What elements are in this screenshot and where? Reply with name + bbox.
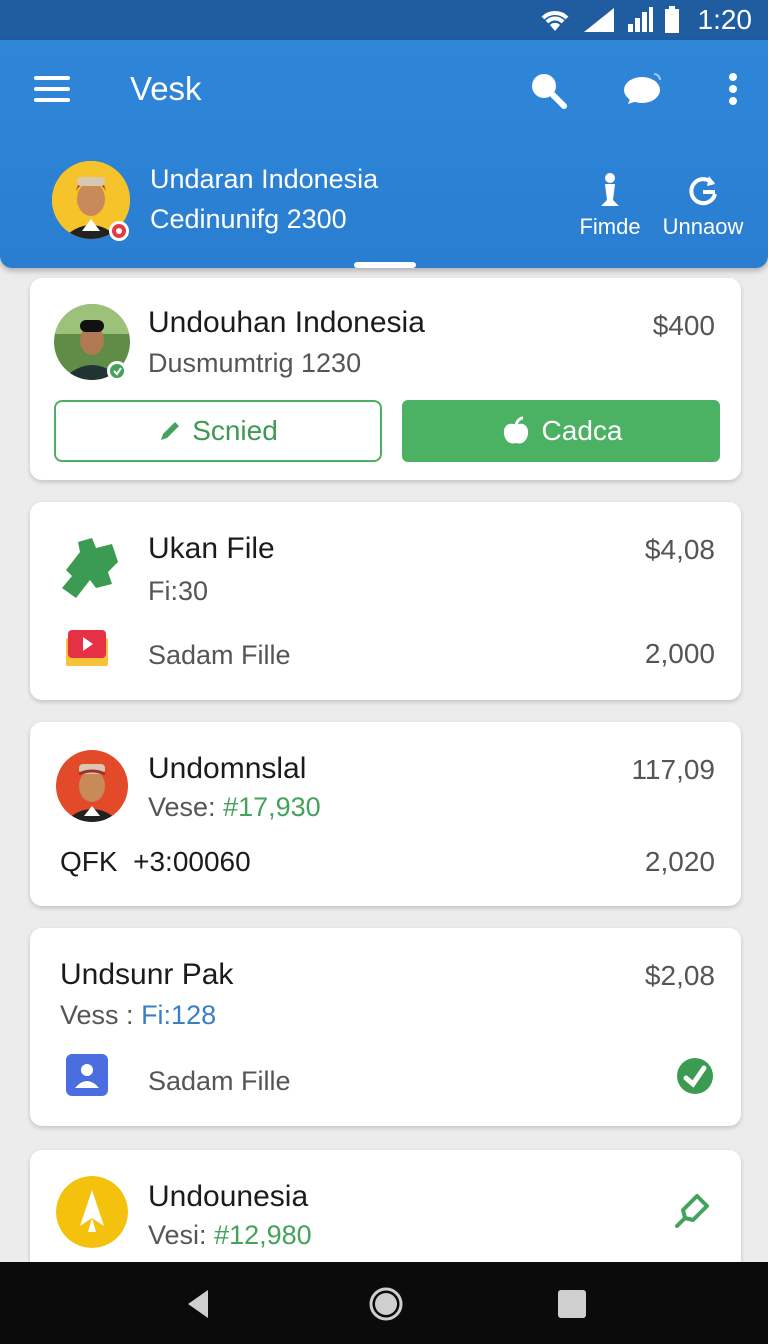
list-item[interactable]: Undouhan Indonesia Dusmumtrig 1230 $400 … bbox=[30, 278, 741, 480]
profile-name: Undaran Indonesia bbox=[150, 164, 379, 194]
contact-icon bbox=[66, 1054, 108, 1096]
card-title: Ukan File bbox=[148, 532, 275, 565]
card-title: Undounesia bbox=[148, 1180, 309, 1213]
menu-icon[interactable] bbox=[34, 76, 70, 104]
card-subtitle: Vess : Fi:128 bbox=[60, 1000, 216, 1031]
online-badge-icon bbox=[107, 361, 127, 381]
card-title: Undsunr Pak bbox=[60, 958, 234, 991]
list-item[interactable]: Undsunr Pak Vess : Fi:128 $2,08 Sadam Fi… bbox=[30, 928, 741, 1126]
subtitle-value: #12,980 bbox=[214, 1220, 312, 1250]
subtitle-label: Vese: bbox=[148, 792, 216, 822]
card-amount: 117,09 bbox=[631, 754, 715, 785]
record-badge-icon bbox=[109, 221, 129, 241]
quick-action-unnaow[interactable]: Unnaow bbox=[660, 170, 746, 240]
more-icon[interactable] bbox=[716, 68, 750, 112]
card-subtitle: Vesi: #12,980 bbox=[148, 1220, 312, 1251]
avatar bbox=[56, 1176, 128, 1248]
puzzle-icon bbox=[62, 538, 118, 598]
status-time: 1:20 bbox=[697, 4, 753, 35]
search-icon[interactable] bbox=[526, 68, 570, 112]
row-value: 2,000 bbox=[644, 638, 715, 669]
card-subtitle: Vese: #17,930 bbox=[148, 792, 321, 823]
home-icon[interactable] bbox=[366, 1284, 406, 1324]
card-amount: $2,08 bbox=[644, 960, 715, 991]
card-subtitle: Dusmumtrig 1230 bbox=[148, 348, 362, 378]
button-label: Cadca bbox=[541, 415, 623, 446]
row-label: QFK +3:00060 bbox=[60, 846, 251, 878]
apple-icon bbox=[503, 416, 528, 444]
chat-icon[interactable] bbox=[620, 68, 664, 112]
recents-icon[interactable] bbox=[552, 1284, 592, 1324]
battery-icon bbox=[664, 6, 679, 33]
app-title: Vesk bbox=[130, 70, 202, 107]
quick-action-label: Unnaow bbox=[662, 214, 744, 239]
check-badge-icon[interactable] bbox=[675, 1056, 715, 1096]
scnied-button[interactable]: Scnied bbox=[54, 400, 382, 462]
card-title: Undomnslal bbox=[148, 752, 307, 785]
refresh-icon bbox=[689, 176, 717, 206]
back-icon[interactable] bbox=[180, 1284, 220, 1324]
tab-indicator bbox=[354, 262, 416, 268]
row-label: Sadam Fille bbox=[148, 1066, 291, 1096]
list-item[interactable]: Ukan File Fi:30 $4,08 Sadam Fille 2,000 bbox=[30, 502, 741, 700]
subtitle-label: Vess : bbox=[60, 1000, 134, 1030]
video-icon bbox=[66, 630, 108, 666]
button-label: Scnied bbox=[192, 415, 278, 446]
card-amount: $4,08 bbox=[644, 534, 715, 565]
quick-action-fimde[interactable]: Fimde bbox=[578, 170, 642, 240]
wifi-icon bbox=[541, 11, 568, 31]
pin-icon[interactable] bbox=[669, 1188, 715, 1234]
row-code-label: QFK bbox=[60, 846, 118, 877]
profile-subtitle: Cedinunifg 2300 bbox=[150, 204, 347, 234]
pencil-icon bbox=[161, 422, 180, 440]
row-label: Sadam Fille bbox=[148, 640, 291, 670]
signal-icon bbox=[627, 7, 653, 32]
card-amount: $400 bbox=[652, 310, 715, 341]
app-bar: Vesk Undaran Indonesia Cedinunifg 2300 F… bbox=[0, 40, 768, 268]
subtitle-label: Vesi: bbox=[148, 1220, 207, 1250]
cadca-button[interactable]: Cadca bbox=[402, 400, 720, 462]
row-code-value: +3:00060 bbox=[133, 846, 251, 877]
signal-icon bbox=[583, 8, 614, 32]
list-item[interactable]: Undomnslal Vese: #17,930 117,09 QFK +3:0… bbox=[30, 722, 741, 906]
card-subtitle: Fi:30 bbox=[148, 576, 209, 606]
row-value: 2,020 bbox=[644, 846, 715, 877]
avatar bbox=[56, 750, 128, 822]
subtitle-value: #17,930 bbox=[223, 792, 321, 822]
subtitle-value: Fi:128 bbox=[141, 1000, 217, 1030]
chess-pawn-icon bbox=[601, 173, 619, 206]
quick-action-label: Fimde bbox=[579, 214, 641, 239]
card-title: Undouhan Indonesia bbox=[148, 306, 425, 339]
status-bar: 1:20 bbox=[0, 0, 768, 40]
system-nav-bar bbox=[0, 1262, 768, 1344]
